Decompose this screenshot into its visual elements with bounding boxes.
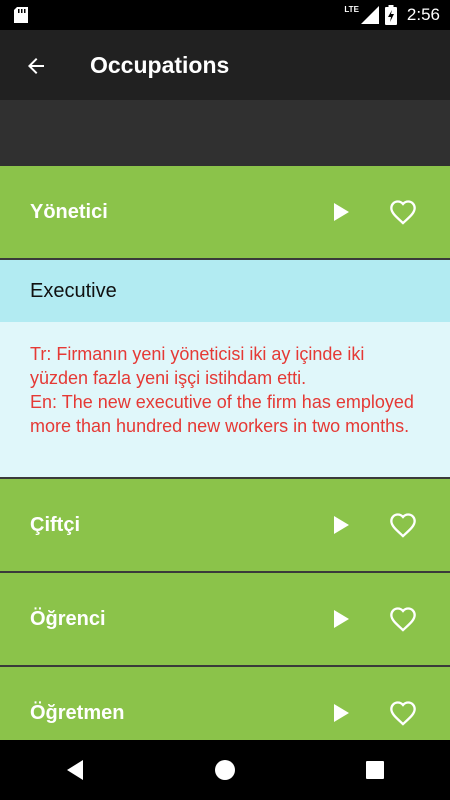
nav-back-icon	[67, 760, 83, 780]
clock: 2:56	[406, 5, 440, 24]
heart-outline-icon	[390, 607, 416, 632]
play-icon	[334, 516, 349, 534]
back-arrow-icon	[28, 58, 44, 74]
nav-home-button[interactable]	[205, 750, 245, 790]
play-button[interactable]	[326, 698, 356, 728]
heart-outline-icon	[390, 200, 416, 225]
list-item[interactable]: Çiftçi	[0, 479, 450, 573]
example-sentences: Tr: Firmanın yeni yöneticisi iki ay için…	[0, 322, 450, 479]
battery-icon	[384, 5, 397, 25]
item-label: Yönetici	[30, 200, 108, 223]
favorite-button[interactable]	[387, 697, 419, 729]
item-label: Öğretmen	[30, 701, 125, 724]
list-item[interactable]: Öğretmen	[0, 667, 450, 740]
item-label: Çiftçi	[30, 513, 80, 536]
nav-back-button[interactable]	[55, 750, 95, 790]
play-button[interactable]	[326, 510, 356, 540]
signal-icon	[360, 6, 379, 24]
network-type: LTE	[344, 4, 359, 14]
translation-panel: Executive	[0, 260, 450, 322]
play-icon	[334, 704, 349, 722]
subheader	[0, 100, 450, 166]
app-bar: Occupations	[0, 30, 450, 100]
page-title: Occupations	[90, 52, 230, 78]
translation-text: Executive	[30, 279, 117, 302]
status-bar: LTE 2:56	[0, 0, 450, 30]
heart-outline-icon	[390, 701, 416, 726]
play-icon	[334, 610, 349, 628]
play-button[interactable]	[326, 197, 356, 227]
play-icon	[334, 203, 349, 221]
heart-outline-icon	[390, 513, 416, 538]
favorite-button[interactable]	[387, 603, 419, 635]
back-button[interactable]	[16, 46, 56, 86]
occupation-list[interactable]: Yönetici Executive Tr: Firmanın yeni yön…	[0, 166, 450, 740]
list-item[interactable]: Öğrenci	[0, 573, 450, 667]
example-tr: Tr: Firmanın yeni yöneticisi iki ay için…	[30, 344, 365, 388]
item-label: Öğrenci	[30, 607, 106, 630]
play-button[interactable]	[326, 604, 356, 634]
nav-recents-icon	[366, 761, 384, 779]
example-en: En: The new executive of the firm has em…	[30, 392, 414, 436]
nav-home-icon	[215, 760, 235, 780]
system-nav-bar	[0, 740, 450, 800]
sd-card-icon	[14, 7, 28, 23]
status-icons: LTE 2:56	[344, 0, 440, 30]
favorite-button[interactable]	[387, 196, 419, 228]
favorite-button[interactable]	[387, 509, 419, 541]
list-item[interactable]: Yönetici	[0, 166, 450, 260]
nav-recents-button[interactable]	[355, 750, 395, 790]
